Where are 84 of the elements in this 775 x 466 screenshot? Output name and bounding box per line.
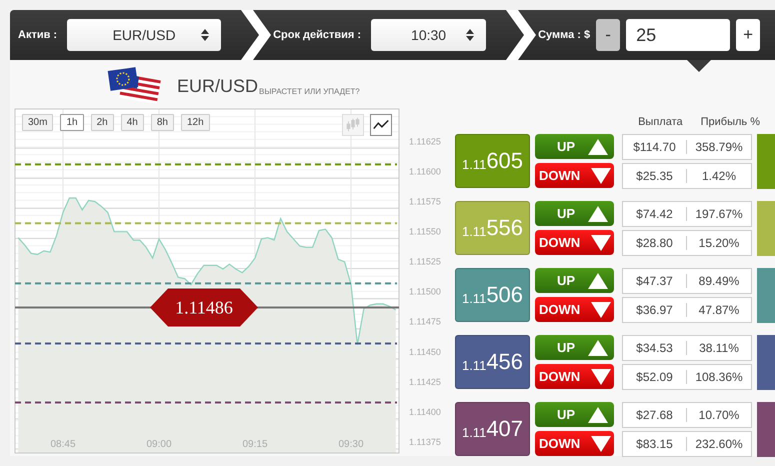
- payout-header: Выплата: [638, 116, 683, 128]
- strike-price: 1.11407: [455, 402, 530, 456]
- time-tick: 09:30: [338, 439, 364, 450]
- triangle-down-icon: [591, 436, 611, 452]
- triangle-up-icon: [588, 138, 608, 154]
- price-tick: 1.11400: [409, 406, 441, 417]
- timeframe-tab[interactable]: 12h: [180, 114, 210, 131]
- profit-value: 38.11%: [698, 341, 740, 355]
- triangle-up-icon: [588, 206, 608, 222]
- payout-value: $36.97: [623, 303, 687, 317]
- asset-title: EUR/USD: [177, 76, 258, 97]
- up-button[interactable]: UP: [535, 335, 614, 360]
- timeframe-tab[interactable]: 1h: [60, 114, 84, 131]
- triangle-down-icon: [591, 234, 611, 250]
- triangle-down-icon: [591, 302, 611, 318]
- price-tick: 1.11450: [409, 346, 441, 357]
- up-button[interactable]: UP: [535, 134, 614, 159]
- amount-label: Сумма : $: [538, 29, 590, 41]
- up-button[interactable]: UP: [535, 268, 614, 293]
- profit-value: 10.70%: [698, 408, 740, 422]
- down-button[interactable]: DOWN: [535, 431, 614, 456]
- price-tick: 1.11575: [409, 196, 441, 206]
- strike-price: 1.11605: [455, 134, 530, 188]
- expiry-label: Срок действия :: [273, 29, 362, 41]
- time-tick: 09:15: [242, 439, 268, 450]
- price-tick: 1.11625: [409, 136, 441, 146]
- down-button[interactable]: DOWN: [535, 230, 614, 255]
- payout-value: $114.70: [623, 140, 687, 154]
- profit-value: 15.20%: [698, 236, 740, 250]
- profit-header: Прибыль %: [700, 116, 760, 128]
- down-button[interactable]: DOWN: [535, 297, 614, 322]
- strike-price: 1.11506: [455, 268, 530, 322]
- up-button[interactable]: UP: [535, 201, 614, 226]
- price-tick: 1.11500: [409, 286, 441, 297]
- increment-button[interactable]: +: [736, 19, 760, 51]
- question-text: ВЫРАСТЕТ ИЛИ УПАДЕТ?: [259, 87, 360, 96]
- current-price-badge: 1.11486: [150, 288, 258, 326]
- sort-icon: [466, 29, 474, 41]
- price-tick: 1.11525: [409, 256, 441, 267]
- profit-value: 197.67%: [694, 207, 744, 221]
- profit-value: 358.79%: [694, 140, 744, 154]
- price-tick: 1.11375: [409, 436, 441, 447]
- profit-value: 108.36%: [694, 370, 744, 384]
- sort-icon: [201, 29, 210, 41]
- payout-value: $83.15: [623, 437, 687, 451]
- payout-value: $47.37: [623, 274, 687, 288]
- payout-value: $25.35: [623, 169, 687, 183]
- timeframe-tab[interactable]: 2h: [90, 114, 114, 131]
- expiry-select[interactable]: 10:30: [371, 19, 486, 51]
- timeframe-tab[interactable]: 4h: [120, 114, 144, 131]
- payout-value: $27.68: [623, 408, 687, 422]
- price-tick: 1.11600: [409, 166, 441, 176]
- price-tick: 1.11425: [409, 376, 441, 387]
- payout-value: $28.80: [623, 236, 687, 250]
- payout-value: $74.42: [623, 207, 687, 221]
- strike-price: 1.11456: [455, 335, 530, 389]
- down-button[interactable]: DOWN: [535, 364, 614, 389]
- amount-field[interactable]: 25: [626, 19, 730, 51]
- triangle-down-icon: [591, 368, 611, 384]
- triangle-up-icon: [588, 272, 608, 288]
- profit-value: 1.42%: [700, 169, 738, 183]
- flag-icon: [107, 67, 161, 103]
- asset-select[interactable]: EUR/USD: [67, 19, 222, 51]
- up-button[interactable]: UP: [535, 402, 614, 427]
- price-tick: 1.11475: [409, 316, 441, 327]
- line-chart-button[interactable]: [370, 114, 392, 136]
- timeframe-tab[interactable]: 30m: [22, 114, 54, 131]
- triangle-up-icon: [588, 406, 608, 422]
- pointer-triangle: [687, 60, 711, 72]
- profit-value: 47.87%: [698, 303, 740, 317]
- payout-value: $34.53: [623, 341, 687, 355]
- asset-label: Актив :: [18, 29, 58, 41]
- price-tick: 1.11550: [409, 226, 441, 236]
- triangle-up-icon: [588, 340, 608, 356]
- triangle-down-icon: [591, 168, 611, 184]
- profit-value: 89.49%: [698, 274, 740, 288]
- down-button[interactable]: DOWN: [535, 163, 614, 188]
- payout-value: $52.09: [623, 370, 687, 384]
- candlestick-icon: [344, 116, 362, 134]
- time-tick: 09:00: [146, 439, 172, 450]
- timeframe-tab[interactable]: 8h: [150, 114, 174, 131]
- profit-value: 232.60%: [694, 437, 744, 451]
- time-tick: 08:45: [50, 439, 76, 450]
- strike-price: 1.11556: [455, 201, 530, 255]
